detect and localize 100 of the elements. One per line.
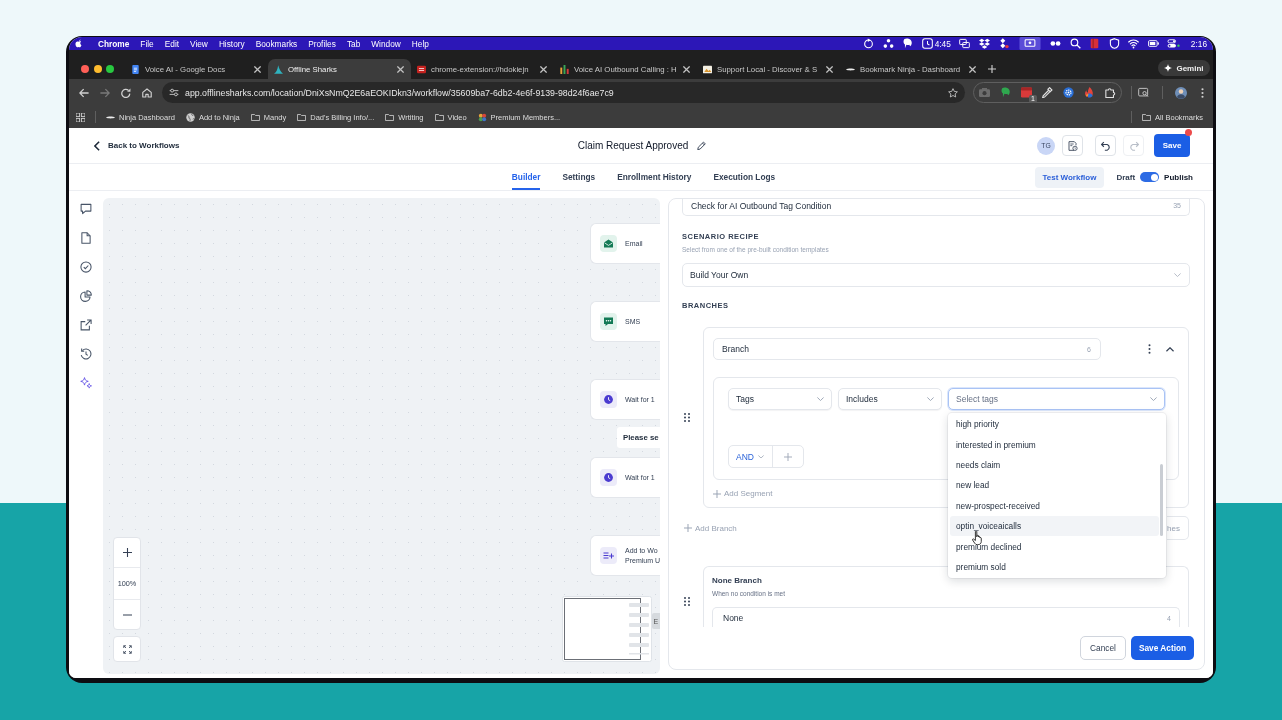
chevron-up-icon[interactable]	[1166, 346, 1174, 352]
recipe-select[interactable]: Build Your Own	[682, 263, 1190, 287]
tab[interactable]: Execution Logs	[713, 164, 776, 190]
plus-icon	[784, 452, 792, 461]
menu-item[interactable]: Bookmarks	[255, 38, 298, 49]
stacked-diamonds-icon[interactable]	[998, 38, 1010, 49]
reload-icon[interactable]	[121, 87, 131, 98]
drag-handle-icon[interactable]	[684, 597, 690, 606]
test-workflow-button[interactable]: Test Workflow	[1034, 166, 1105, 188]
tab-search-icon[interactable]	[1138, 87, 1149, 98]
overlapping-squares-icon[interactable]	[959, 38, 971, 49]
file-icon[interactable]	[80, 232, 92, 244]
toggles-icon[interactable]	[1167, 38, 1181, 49]
eyedropper-icon[interactable]	[1042, 87, 1053, 98]
apple-icon[interactable]	[75, 39, 82, 48]
wifi-icon[interactable]	[1128, 38, 1140, 49]
pencil-icon[interactable]	[697, 141, 707, 150]
app-menu[interactable]: Chrome	[98, 38, 130, 49]
chat-icon	[600, 313, 617, 330]
dropdown-option[interactable]: new lead	[950, 475, 1159, 496]
minimize-window-icon[interactable]	[93, 65, 102, 73]
kebab-menu-icon[interactable]	[1201, 87, 1204, 98]
save-action-button[interactable]: Save Action	[1131, 636, 1194, 660]
gear-icon[interactable]	[1063, 87, 1074, 98]
tags-select[interactable]: Select tags	[948, 388, 1165, 410]
three-dots-icon[interactable]	[882, 38, 894, 49]
fit-view-button[interactable]	[113, 636, 141, 662]
close-icon[interactable]	[397, 65, 404, 73]
dropdown-option[interactable]: new-prospect-received	[950, 495, 1159, 516]
folder-icon	[297, 112, 307, 122]
diamonds-icon[interactable]	[978, 38, 990, 49]
tab[interactable]: Settings	[562, 164, 596, 190]
close-window-icon[interactable]	[81, 65, 89, 73]
menu-item[interactable]: History	[218, 38, 245, 49]
plus-icon	[122, 548, 132, 557]
sliders-icon[interactable]	[169, 88, 179, 97]
document-button[interactable]	[1062, 135, 1083, 156]
plus-icon	[684, 524, 692, 532]
fullscreen-window-icon[interactable]	[106, 65, 114, 73]
sparkles-icon[interactable]	[80, 377, 92, 389]
menu-item[interactable]: Tab	[346, 38, 361, 49]
chevron-down-icon	[927, 397, 934, 401]
back-arrow-icon[interactable]	[79, 87, 89, 98]
flame-icon[interactable]	[1084, 87, 1095, 98]
timer-menu-extra[interactable]: 4:45	[921, 38, 951, 49]
tab[interactable]: Builder	[511, 164, 541, 190]
dropdown-option[interactable]: premium sold	[950, 556, 1159, 578]
gemini-button[interactable]: Gemini	[1158, 60, 1210, 76]
publish-toggle[interactable]	[1140, 172, 1160, 182]
clock-arrow-icon[interactable]	[80, 348, 92, 360]
folder-icon	[250, 112, 260, 122]
minimap-drawing[interactable]	[562, 596, 652, 662]
chevron-left-icon	[94, 140, 100, 151]
address-bar[interactable]: app.offlinesharks.com/location/DniXsNmQ2E6aEOKIDkn3/workflow/35609ba7-6db2-4e6f-9139-98d24f6ae7c9	[162, 82, 965, 103]
tab[interactable]: Enrollment History	[617, 164, 692, 190]
dropdown-option[interactable]: optin_voiceaicalls	[950, 515, 1159, 537]
star-icon[interactable]	[948, 87, 958, 98]
dropdown-option[interactable]: interested in premium	[950, 434, 1159, 455]
drag-handle-icon[interactable]	[684, 413, 690, 422]
external-link-icon[interactable]	[80, 319, 92, 331]
menu-item[interactable]: Profiles	[308, 38, 336, 49]
field-select[interactable]: Tags	[728, 388, 832, 410]
chat-bubble-icon[interactable]	[80, 203, 92, 215]
close-icon[interactable]	[969, 65, 976, 73]
check-circle-icon[interactable]	[80, 261, 92, 273]
menu-item[interactable]: Help	[411, 38, 429, 49]
home-icon[interactable]	[142, 87, 152, 98]
avatar-icon[interactable]	[1175, 86, 1187, 99]
operator-select[interactable]: Includes	[838, 388, 942, 410]
undo-button[interactable]	[1095, 135, 1116, 156]
shield-icon[interactable]	[1108, 38, 1120, 49]
puzzle-icon[interactable]	[1105, 87, 1116, 98]
screen-icon[interactable]	[1017, 37, 1042, 50]
plus-icon[interactable]	[988, 65, 996, 73]
battery-icon[interactable]	[1147, 38, 1159, 49]
two-dots-icon[interactable]	[1050, 38, 1062, 49]
close-icon[interactable]	[826, 65, 833, 73]
dropdown-option[interactable]: premium declined	[950, 536, 1159, 557]
apps-grid-icon[interactable]	[76, 112, 85, 122]
dropdown-option[interactable]: high priority	[950, 414, 1159, 435]
menu-item[interactable]: Edit	[164, 38, 180, 49]
menu-bar-clock[interactable]: 2:16	[1190, 38, 1207, 49]
search-icon[interactable]	[1069, 38, 1081, 49]
pie-chart-icon[interactable]	[80, 290, 92, 302]
menu-item[interactable]: Window	[371, 38, 401, 49]
scrollbar-thumb[interactable]	[1160, 464, 1163, 536]
save-button[interactable]: Save	[1154, 134, 1190, 157]
close-icon[interactable]	[540, 65, 547, 73]
triangle-icon	[274, 64, 283, 74]
forward-arrow-icon[interactable]	[100, 87, 110, 98]
cancel-button[interactable]: Cancel	[1080, 636, 1126, 660]
menu-item[interactable]: View	[190, 38, 208, 49]
and-select[interactable]: AND	[729, 446, 773, 467]
kebab-menu-icon[interactable]	[1148, 344, 1151, 354]
dropdown-option[interactable]: needs claim	[950, 454, 1159, 476]
back-link[interactable]: Back to Workflows	[94, 140, 180, 151]
close-icon[interactable]	[254, 65, 261, 73]
bubble-icon[interactable]	[902, 38, 914, 49]
close-icon[interactable]	[683, 65, 690, 73]
menu-item[interactable]: File	[140, 38, 154, 49]
